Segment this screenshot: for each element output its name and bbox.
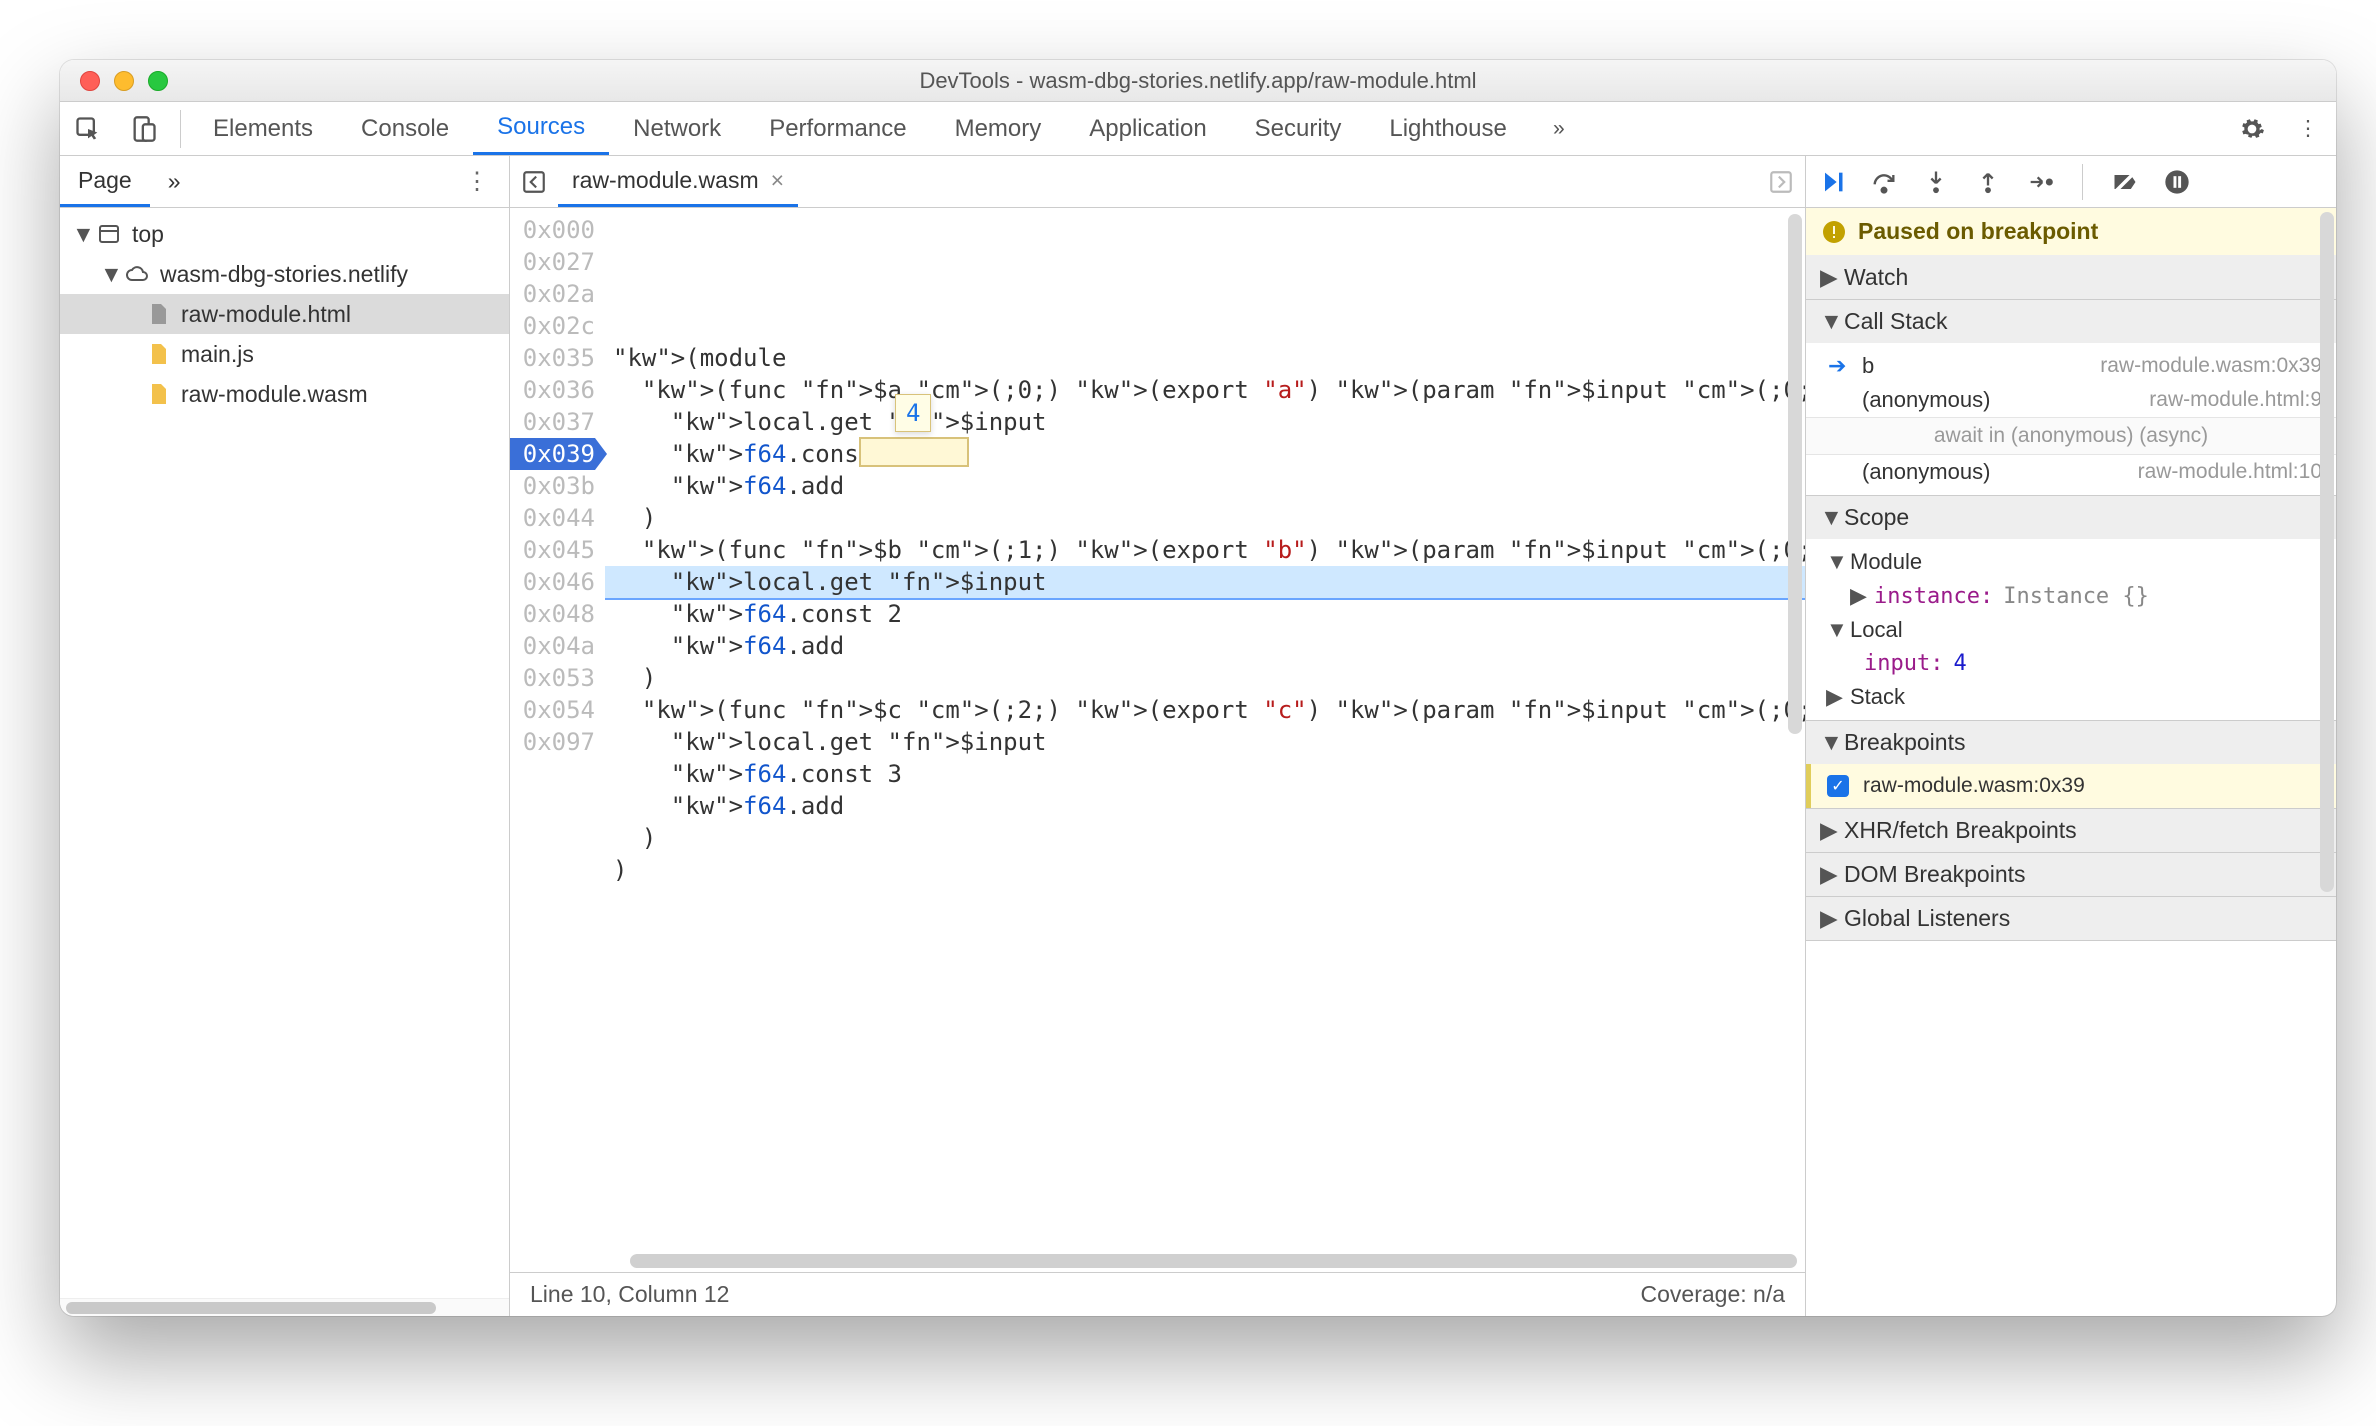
section-xhr: ▶XHR/fetch Breakpoints [1806, 809, 2336, 853]
tab-sources[interactable]: Sources [473, 102, 609, 155]
editor-pane: raw-module.wasm × 0x0000x0270x02a0x02c0x… [510, 156, 1806, 1316]
breakpoint-label: raw-module.wasm:0x39 [1863, 774, 2085, 798]
tree-file-html-label: raw-module.html [181, 301, 351, 328]
sidebar-tab-more-icon[interactable]: » [150, 156, 199, 207]
tree-file-html[interactable]: raw-module.html [60, 294, 509, 334]
chevron-down-icon: ▼ [100, 261, 114, 288]
section-callstack: ▼Call Stack ➔ b raw-module.wasm:0x39 (an… [1806, 300, 2336, 496]
scope-stack[interactable]: ▶Stack [1806, 680, 2336, 714]
file-tab[interactable]: raw-module.wasm × [558, 156, 798, 207]
step-icon[interactable] [2024, 166, 2056, 198]
tab-performance[interactable]: Performance [745, 102, 930, 155]
step-out-icon[interactable] [1972, 166, 2004, 198]
file-icon [145, 381, 171, 407]
window-icon [96, 221, 122, 247]
tree-file-js[interactable]: main.js [60, 334, 509, 374]
file-tree: ▼ top ▼ wasm-dbg-stories.netlify raw-mod… [60, 208, 509, 1298]
top-tabbar: Elements Console Sources Network Perform… [60, 102, 2336, 156]
editor-vscroll[interactable] [1788, 214, 1802, 1244]
code-editor[interactable]: 0x0000x0270x02a0x02c0x0350x0360x0370x039… [510, 208, 1805, 1250]
section-dom: ▶DOM Breakpoints [1806, 853, 2336, 897]
scope-module[interactable]: ▼Module [1806, 545, 2336, 579]
tab-security[interactable]: Security [1231, 102, 1366, 155]
tree-file-wasm-label: raw-module.wasm [181, 381, 368, 408]
debugger-content: Paused on breakpoint ▶Watch ▼Call Stack … [1806, 208, 2336, 1316]
callstack-frame[interactable]: (anonymous) raw-module.html:9 [1806, 383, 2336, 417]
paused-banner: Paused on breakpoint [1806, 208, 2336, 256]
pause-exceptions-icon[interactable] [2161, 166, 2193, 198]
debugger-vscroll[interactable] [2320, 212, 2334, 1312]
step-over-icon[interactable] [1868, 166, 1900, 198]
nav-back-icon[interactable] [510, 169, 558, 195]
tree-file-wasm[interactable]: raw-module.wasm [60, 374, 509, 414]
sidebar-hscroll[interactable] [60, 1298, 509, 1316]
section-global-listeners: ▶Global Listeners [1806, 897, 2336, 941]
tree-top[interactable]: ▼ top [60, 214, 509, 254]
resume-icon[interactable] [1816, 166, 1848, 198]
tree-top-label: top [132, 221, 164, 248]
device-toggle-icon[interactable] [116, 115, 172, 143]
hover-value-tooltip: 4 [895, 394, 931, 432]
section-global-header[interactable]: ▶Global Listeners [1806, 897, 2336, 940]
section-scope: ▼Scope ▼Module ▶instance: Instance {} ▼L… [1806, 496, 2336, 721]
scope-local[interactable]: ▼Local [1806, 613, 2336, 647]
hover-target-highlight [859, 437, 969, 467]
scope-local-var[interactable]: input: 4 [1806, 647, 2336, 680]
callstack-frame[interactable]: ➔ b raw-module.wasm:0x39 [1806, 349, 2336, 383]
step-into-icon[interactable] [1920, 166, 1952, 198]
callstack-frame[interactable]: (anonymous) raw-module.html:10 [1806, 455, 2336, 489]
devtools-window: DevTools - wasm-dbg-stories.netlify.app/… [60, 60, 2336, 1316]
code-lines[interactable]: "kw">(module "kw">(func "fn">$a "cm">(;0… [605, 208, 1805, 1250]
titlebar: DevTools - wasm-dbg-stories.netlify.app/… [60, 60, 2336, 102]
breakpoint-row[interactable]: ✓ raw-module.wasm:0x39 [1806, 764, 2336, 808]
tab-lighthouse[interactable]: Lighthouse [1365, 102, 1530, 155]
kebab-menu-icon[interactable]: ⋮ [2280, 116, 2336, 141]
file-icon [145, 341, 171, 367]
navigator-sidebar: Page » ⋮ ▼ top ▼ wasm-dbg-stories.netlif… [60, 156, 510, 1316]
debugger-panel: Paused on breakpoint ▶Watch ▼Call Stack … [1806, 156, 2336, 1316]
section-watch: ▶Watch [1806, 256, 2336, 300]
close-tab-icon[interactable]: × [771, 167, 784, 194]
coverage-status: Coverage: n/a [1641, 1281, 1785, 1308]
callstack-async-sep: await in (anonymous) (async) [1806, 417, 2336, 455]
section-xhr-header[interactable]: ▶XHR/fetch Breakpoints [1806, 809, 2336, 852]
file-icon [145, 301, 171, 327]
window-title: DevTools - wasm-dbg-stories.netlify.app/… [60, 68, 2336, 94]
tree-file-js-label: main.js [181, 341, 254, 368]
settings-gear-icon[interactable] [2224, 116, 2280, 142]
section-callstack-header[interactable]: ▼Call Stack [1806, 300, 2336, 343]
section-breakpoints-header[interactable]: ▼Breakpoints [1806, 721, 2336, 764]
paused-banner-text: Paused on breakpoint [1858, 218, 2098, 245]
editor-hscroll[interactable] [510, 1250, 1805, 1272]
tree-domain[interactable]: ▼ wasm-dbg-stories.netlify [60, 254, 509, 294]
inspect-icon[interactable] [60, 115, 116, 143]
tab-memory[interactable]: Memory [931, 102, 1066, 155]
section-watch-header[interactable]: ▶Watch [1806, 256, 2336, 299]
tab-network[interactable]: Network [609, 102, 745, 155]
breakpoint-checkbox[interactable]: ✓ [1827, 775, 1849, 797]
tab-elements[interactable]: Elements [189, 102, 337, 155]
tab-application[interactable]: Application [1065, 102, 1230, 155]
debugger-toolbar [1806, 156, 2336, 208]
section-scope-header[interactable]: ▼Scope [1806, 496, 2336, 539]
sidebar-tab-page[interactable]: Page [60, 156, 150, 207]
deactivate-breakpoints-icon[interactable] [2109, 166, 2141, 198]
cursor-position: Line 10, Column 12 [530, 1281, 729, 1308]
current-frame-arrow-icon: ➔ [1828, 353, 1848, 379]
gutter[interactable]: 0x0000x0270x02a0x02c0x0350x0360x0370x039… [510, 208, 605, 1250]
chevron-down-icon: ▼ [72, 221, 86, 248]
file-tab-label: raw-module.wasm [572, 167, 759, 194]
editor-statusbar: Line 10, Column 12 Coverage: n/a [510, 1272, 1805, 1316]
scope-instance[interactable]: ▶instance: Instance {} [1806, 579, 2336, 613]
file-tabbar: raw-module.wasm × [510, 156, 1805, 208]
nav-forward-icon[interactable] [1757, 169, 1805, 195]
sidebar-tabs: Page » ⋮ [60, 156, 509, 208]
section-dom-header[interactable]: ▶DOM Breakpoints [1806, 853, 2336, 896]
tree-domain-label: wasm-dbg-stories.netlify [160, 261, 408, 288]
cloud-icon [124, 261, 150, 287]
more-tabs-icon[interactable]: » [1531, 117, 1587, 141]
sidebar-kebab-icon[interactable]: ⋮ [445, 167, 509, 196]
section-breakpoints: ▼Breakpoints ✓ raw-module.wasm:0x39 [1806, 721, 2336, 809]
tab-console[interactable]: Console [337, 102, 473, 155]
